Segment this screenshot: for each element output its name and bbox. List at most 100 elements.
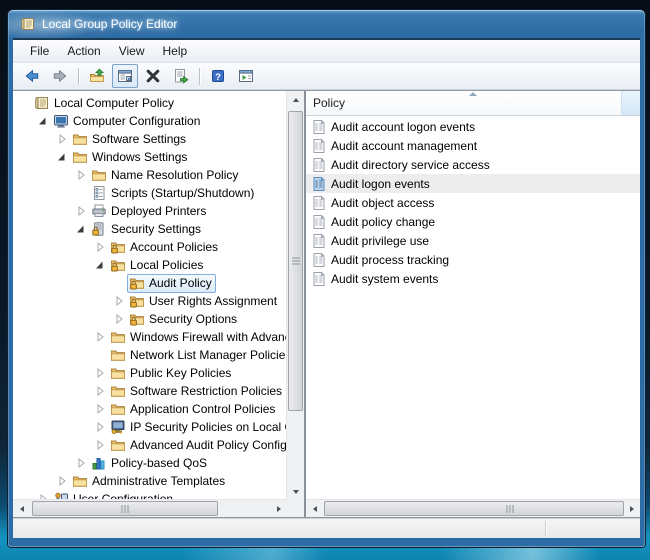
- tree-item-account-policies[interactable]: Account Policies: [13, 238, 287, 256]
- scroll-down-button[interactable]: [287, 483, 304, 500]
- policy-list-item-audit-directory-service-access[interactable]: Audit directory service access: [306, 155, 640, 174]
- tree-node[interactable]: Software Restriction Policies: [108, 382, 286, 401]
- tree-item-advanced-audit-policy-configu[interactable]: Advanced Audit Policy Configu: [13, 436, 287, 454]
- show-properties-button[interactable]: [233, 64, 259, 88]
- expanded-arrow-icon[interactable]: [54, 149, 70, 165]
- forward-button[interactable]: [47, 64, 73, 88]
- scroll-up-button[interactable]: [287, 91, 304, 108]
- policy-list-item-audit-policy-change[interactable]: Audit policy change: [306, 212, 640, 231]
- tree-hscroll-thumb[interactable]: [32, 501, 218, 516]
- tree-node[interactable]: Administrative Templates: [70, 472, 229, 491]
- delete-button[interactable]: [140, 64, 166, 88]
- tree-item-software-settings[interactable]: Software Settings: [13, 130, 287, 148]
- list-horizontal-scrollbar[interactable]: [306, 499, 640, 517]
- tree-item-label: Software Restriction Policies: [130, 384, 282, 398]
- scroll-left-button[interactable]: [306, 500, 323, 517]
- tree-node[interactable]: Policy-based QoS: [89, 454, 211, 473]
- collapsed-arrow-icon[interactable]: [92, 365, 108, 381]
- tree-node[interactable]: Name Resolution Policy: [89, 166, 242, 185]
- collapsed-arrow-icon[interactable]: [92, 383, 108, 399]
- tree-vscroll-thumb[interactable]: [288, 111, 303, 411]
- title-bar[interactable]: Local Group Policy Editor: [8, 10, 645, 38]
- tree-node[interactable]: Computer Configuration: [51, 112, 204, 131]
- menu-item-view[interactable]: View: [110, 42, 154, 60]
- menu-item-help[interactable]: Help: [154, 42, 197, 60]
- tree-horizontal-scrollbar[interactable]: [13, 499, 287, 517]
- tree-item-user-rights-assignment[interactable]: User Rights Assignment: [13, 292, 287, 310]
- tree-item-windows-settings[interactable]: Windows Settings: [13, 148, 287, 166]
- help-button[interactable]: ?: [205, 64, 231, 88]
- tree-node[interactable]: Windows Firewall with Advanc: [108, 328, 287, 347]
- scroll-right-button[interactable]: [623, 500, 640, 517]
- policy-list-item-audit-system-events[interactable]: Audit system events: [306, 269, 640, 288]
- tree-node[interactable]: Local Computer Policy: [32, 94, 178, 113]
- menu-item-action[interactable]: Action: [58, 42, 109, 60]
- collapsed-arrow-icon[interactable]: [54, 473, 70, 489]
- tree-node[interactable]: User Rights Assignment: [127, 292, 281, 311]
- tree-item-public-key-policies[interactable]: Public Key Policies: [13, 364, 287, 382]
- tree-item-administrative-templates[interactable]: Administrative Templates: [13, 472, 287, 490]
- scroll-right-button[interactable]: [270, 500, 287, 517]
- collapsed-arrow-icon[interactable]: [92, 239, 108, 255]
- tree-node[interactable]: Windows Settings: [70, 148, 191, 167]
- collapsed-arrow-icon[interactable]: [111, 311, 127, 327]
- list-hscroll-thumb[interactable]: [324, 501, 624, 516]
- collapsed-arrow-icon[interactable]: [73, 455, 89, 471]
- tree-node[interactable]: Local Policies: [108, 256, 207, 275]
- expanded-arrow-icon[interactable]: [35, 113, 51, 129]
- tree-node[interactable]: Scripts (Startup/Shutdown): [89, 184, 258, 203]
- export-list-button[interactable]: [168, 64, 194, 88]
- menu-item-file[interactable]: File: [21, 42, 58, 60]
- tree-node[interactable]: Security Options: [127, 310, 241, 329]
- tree-node[interactable]: Public Key Policies: [108, 364, 235, 383]
- tree-item-application-control-policies[interactable]: Application Control Policies: [13, 400, 287, 418]
- expanded-arrow-icon[interactable]: [92, 257, 108, 273]
- policy-list-item-audit-process-tracking[interactable]: Audit process tracking: [306, 250, 640, 269]
- tree-node[interactable]: Application Control Policies: [108, 400, 279, 419]
- collapsed-arrow-icon[interactable]: [92, 419, 108, 435]
- tree-node[interactable]: Account Policies: [108, 238, 222, 257]
- tree-item-windows-firewall-with-advanc[interactable]: Windows Firewall with Advanc: [13, 328, 287, 346]
- tree-item-local-computer-policy[interactable]: Local Computer Policy: [13, 94, 287, 112]
- tree-item-ip-security-policies-on-local-co[interactable]: IP Security Policies on Local Co: [13, 418, 287, 436]
- tree-node[interactable]: Software Settings: [70, 130, 190, 149]
- tree-item-security-settings[interactable]: Security Settings: [13, 220, 287, 238]
- policy-item-label: Audit directory service access: [331, 158, 490, 172]
- tree-item-name-resolution-policy[interactable]: Name Resolution Policy: [13, 166, 287, 184]
- collapsed-arrow-icon[interactable]: [54, 131, 70, 147]
- tree-item-audit-policy[interactable]: Audit Policy: [13, 274, 287, 292]
- tree-item-policy-based-qos[interactable]: Policy-based QoS: [13, 454, 287, 472]
- policy-list-item-audit-object-access[interactable]: Audit object access: [306, 193, 640, 212]
- tree-node[interactable]: Advanced Audit Policy Configu: [108, 436, 287, 455]
- tree-item-security-options[interactable]: Security Options: [13, 310, 287, 328]
- tree-node[interactable]: Network List Manager Policies: [108, 346, 287, 365]
- tree-item-software-restriction-policies[interactable]: Software Restriction Policies: [13, 382, 287, 400]
- back-button[interactable]: [19, 64, 45, 88]
- tree-item-network-list-manager-policies[interactable]: Network List Manager Policies: [13, 346, 287, 364]
- collapsed-arrow-icon[interactable]: [111, 293, 127, 309]
- policy-list-item-audit-account-logon-events[interactable]: Audit account logon events: [306, 117, 640, 136]
- tree-node[interactable]: Security Settings: [89, 220, 205, 239]
- policy-column-header[interactable]: Policy: [306, 91, 640, 116]
- up-one-level-button[interactable]: [84, 64, 110, 88]
- folder-lock-icon: [129, 275, 145, 291]
- collapsed-arrow-icon[interactable]: [92, 329, 108, 345]
- policy-list-item-audit-logon-events[interactable]: Audit logon events: [306, 174, 640, 193]
- expanded-arrow-icon[interactable]: [73, 221, 89, 237]
- collapsed-arrow-icon[interactable]: [73, 203, 89, 219]
- policy-list-item-audit-account-management[interactable]: Audit account management: [306, 136, 640, 155]
- collapsed-arrow-icon[interactable]: [73, 167, 89, 183]
- collapsed-arrow-icon[interactable]: [92, 437, 108, 453]
- tree-node[interactable]: Deployed Printers: [89, 202, 210, 221]
- tree-item-local-policies[interactable]: Local Policies: [13, 256, 287, 274]
- policy-list-item-audit-privilege-use[interactable]: Audit privilege use: [306, 231, 640, 250]
- selected-tree-node[interactable]: Audit Policy: [127, 274, 216, 293]
- show-console-tree-button[interactable]: [112, 64, 138, 88]
- tree-vertical-scrollbar[interactable]: [286, 91, 304, 500]
- tree-item-computer-configuration[interactable]: Computer Configuration: [13, 112, 287, 130]
- scroll-left-button[interactable]: [13, 500, 30, 517]
- tree-item-deployed-printers[interactable]: Deployed Printers: [13, 202, 287, 220]
- tree-node[interactable]: IP Security Policies on Local Co: [108, 418, 287, 437]
- tree-item-scripts-startup-shutdown[interactable]: Scripts (Startup/Shutdown): [13, 184, 287, 202]
- collapsed-arrow-icon[interactable]: [92, 401, 108, 417]
